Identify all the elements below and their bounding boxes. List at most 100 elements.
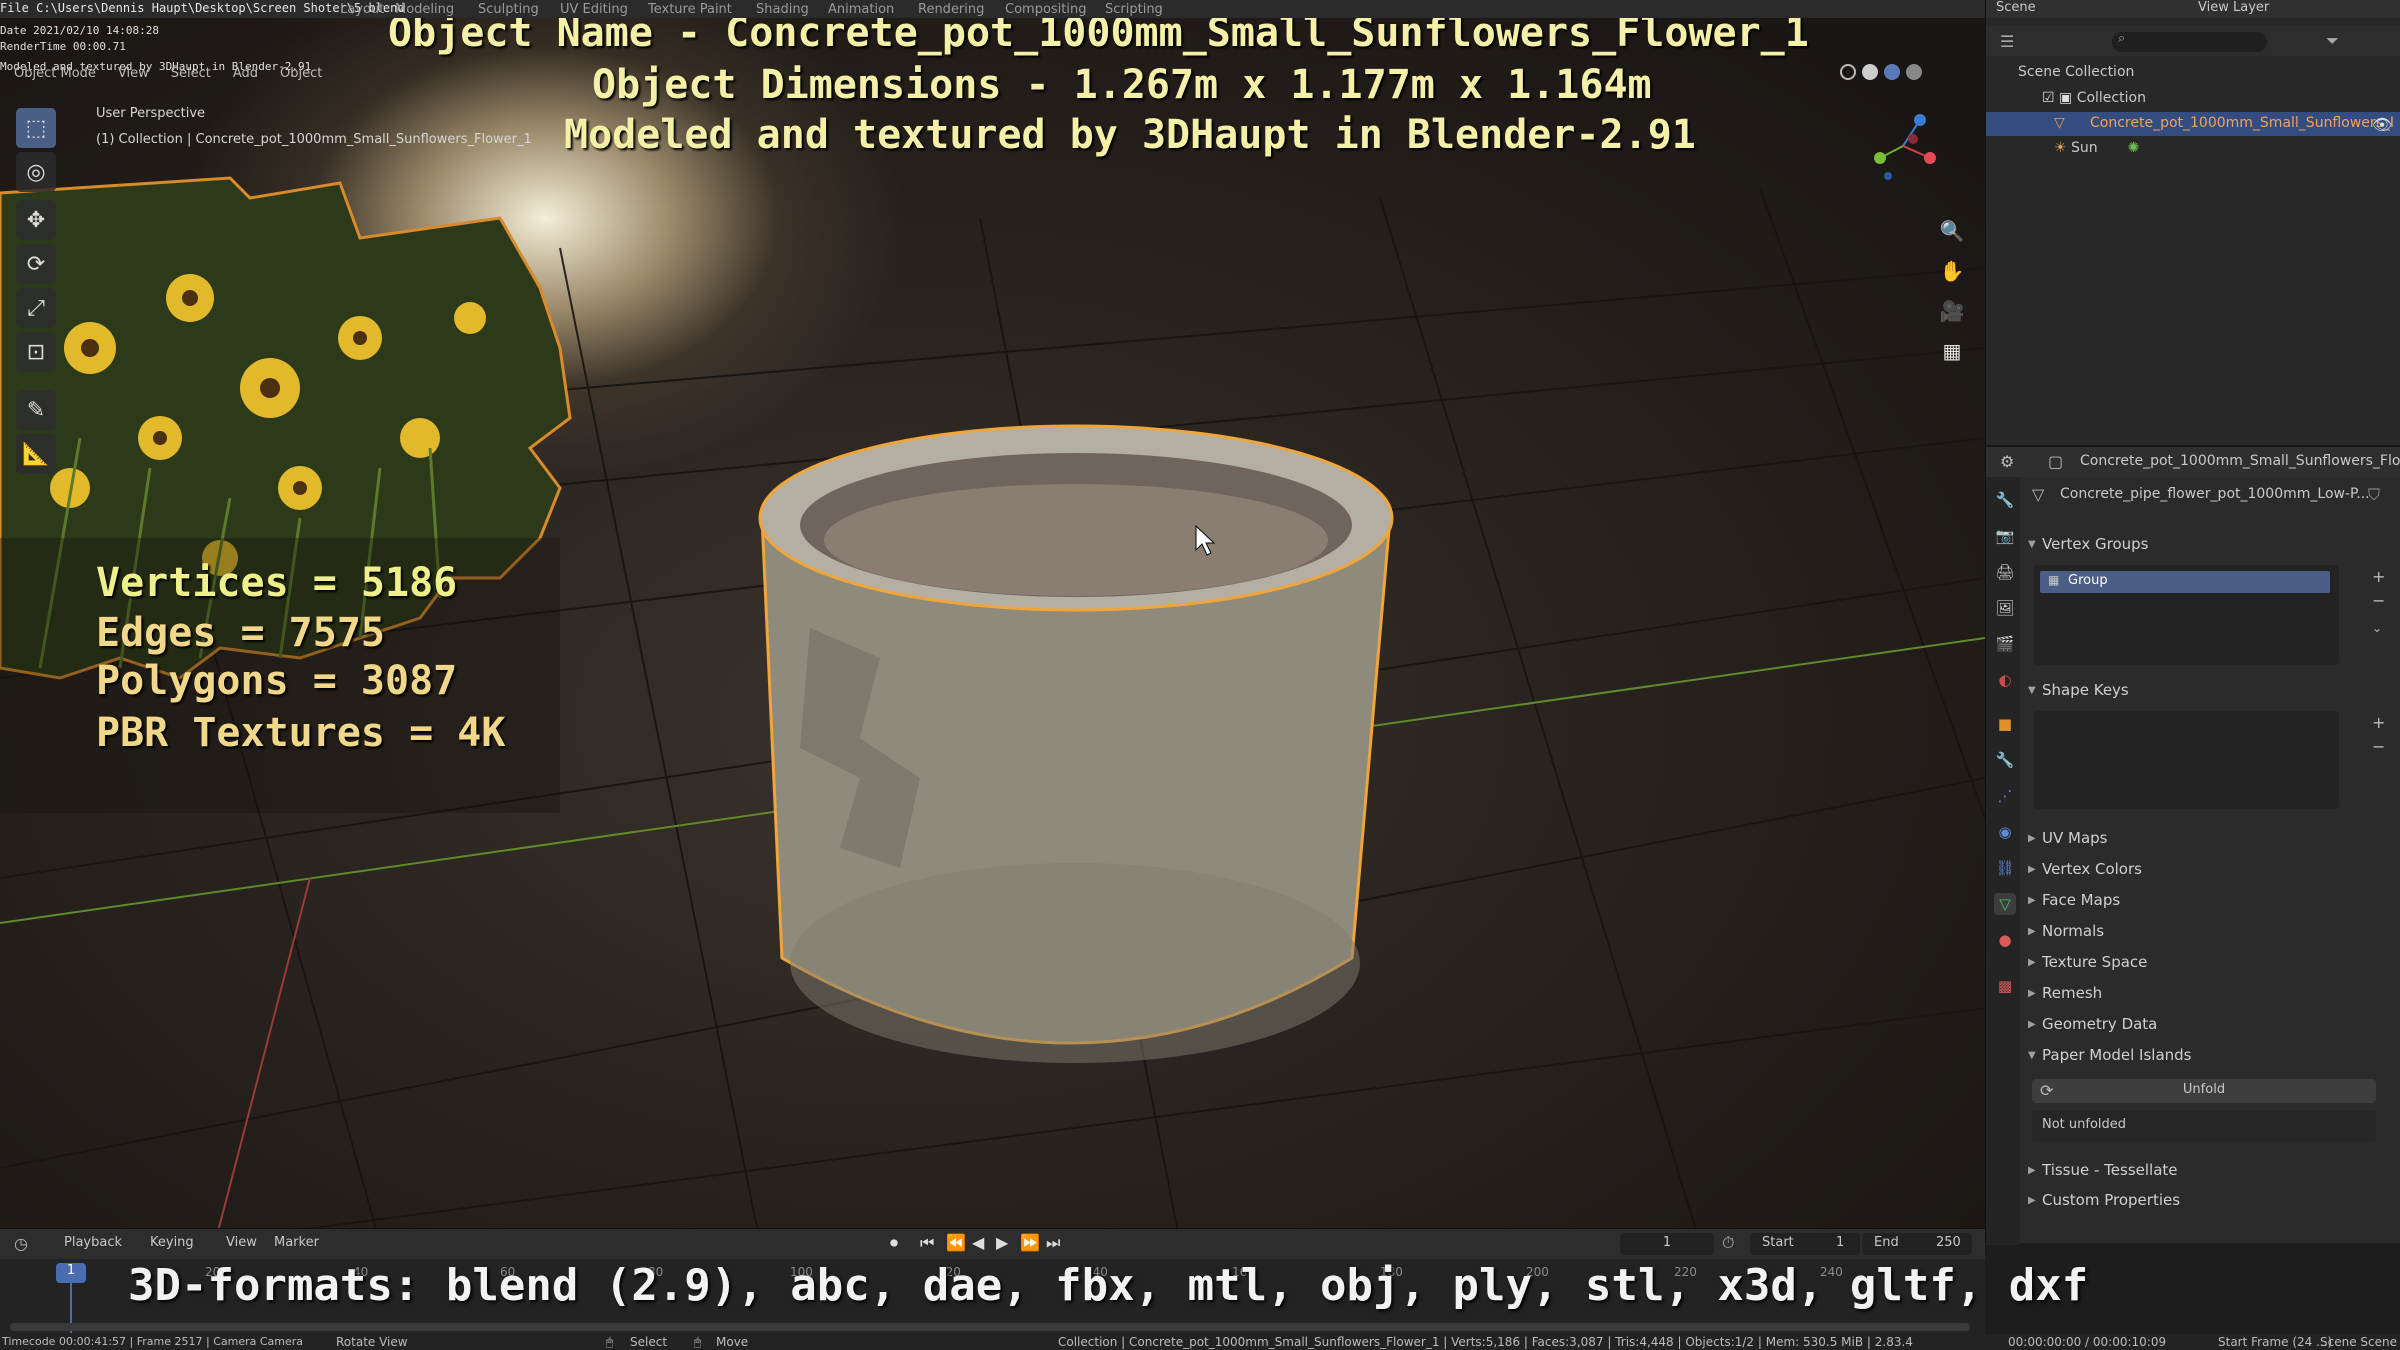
3d-viewport[interactable]: Date 2021/02/10 14:08:28 RenderTime 00:0… — [0, 18, 1985, 1243]
material-tab-icon[interactable]: ● — [1994, 929, 2016, 951]
scale-icon[interactable]: ⤢ — [16, 288, 56, 328]
fake-user-shield-icon[interactable]: ⛉ — [2368, 485, 2380, 505]
vertex-colors-section[interactable]: ▶ Vertex Colors — [2028, 856, 2388, 882]
tool-tab-icon[interactable]: 🔧 — [1994, 489, 2016, 511]
add-shape-key-button[interactable]: + — [2372, 713, 2385, 732]
move-icon[interactable]: ✥ — [16, 200, 56, 240]
camera-icon[interactable]: 🎥 — [1935, 294, 1969, 328]
workspace-tab-scripting[interactable]: Scripting — [1105, 2, 1163, 17]
mesh-data-tab-icon[interactable]: ▽ — [1994, 893, 2016, 915]
annotate-icon[interactable]: ✎ — [16, 390, 56, 430]
texture-space-section[interactable]: ▶ Texture Space — [2028, 949, 2388, 975]
transform-icon[interactable]: ⊡ — [16, 332, 56, 372]
pin-icon[interactable]: ▢ — [2048, 452, 2063, 471]
workspace-tab-modeling[interactable]: Modeling — [395, 2, 454, 17]
jump-end-icon[interactable]: ⏭ — [1046, 1233, 1060, 1253]
timeline-scrollbar[interactable] — [10, 1323, 1970, 1331]
visibility-eye-icon[interactable]: 👁 — [2372, 115, 2392, 134]
current-frame-field[interactable]: 1 — [1620, 1233, 1714, 1255]
playback-menu[interactable]: Playback — [64, 1235, 122, 1250]
rendered-shading-icon[interactable] — [1906, 64, 1922, 80]
workspace-tab-animation[interactable]: Animation — [828, 2, 894, 17]
unfold-button[interactable]: ⟳ Unfold — [2032, 1079, 2376, 1103]
vertex-group-item[interactable]: ▦ Group — [2040, 571, 2330, 593]
object-menu[interactable]: Object — [280, 66, 322, 81]
editor-type-icon[interactable]: ⚙ — [2000, 452, 2014, 471]
vertex-groups-section-header[interactable]: ▼ Vertex Groups — [2028, 531, 2388, 557]
concrete-pot-object[interactable] — [758, 424, 1394, 1063]
scene-selector[interactable]: Scene — [1996, 0, 2036, 15]
prev-keyframe-icon[interactable]: ⏪ — [946, 1233, 966, 1252]
start-frame-field[interactable]: Start 1 — [1750, 1233, 1860, 1255]
timeline-view-menu[interactable]: View — [226, 1235, 257, 1250]
playhead[interactable]: 1 — [56, 1263, 86, 1283]
solid-shading-icon[interactable] — [1862, 64, 1878, 80]
vertex-group-specials-icon[interactable]: ⌄ — [2372, 621, 2382, 635]
geometry-data-section[interactable]: ▶ Geometry Data — [2028, 1011, 2388, 1037]
normals-section[interactable]: ▶ Normals — [2028, 918, 2388, 944]
modifier-tab-icon[interactable]: 🔧 — [1994, 749, 2016, 771]
collection-item[interactable]: ☑ ▣ Collection — [2042, 90, 2146, 106]
navigation-gizmo[interactable] — [1868, 106, 1938, 186]
physics-tab-icon[interactable]: ◉ — [1994, 821, 2016, 843]
marker-menu[interactable]: Marker — [274, 1235, 319, 1250]
add-menu[interactable]: Add — [233, 66, 258, 81]
play-icon[interactable]: ▶ — [996, 1233, 1008, 1252]
material-shading-icon[interactable] — [1884, 64, 1900, 80]
sun-item[interactable]: ☀ Sun ✺ — [2054, 140, 2139, 156]
workspace-tab-layout[interactable]: Layout — [340, 2, 384, 17]
preview-range-icon[interactable]: ⏱ — [1722, 1233, 1734, 1253]
outliner-search-input[interactable] — [2112, 32, 2267, 52]
particles-tab-icon[interactable]: ⋰ — [1994, 785, 2016, 807]
face-maps-section[interactable]: ▶ Face Maps — [2028, 887, 2388, 913]
mesh-datablock-row[interactable]: ▽ Concrete_pipe_flower_pot_1000mm_Low-P.… — [2030, 483, 2390, 507]
view-menu[interactable]: View — [118, 66, 149, 81]
custom-properties-section[interactable]: ▶ Custom Properties — [2028, 1187, 2388, 1213]
workspace-tab-uv-editing[interactable]: UV Editing — [560, 2, 628, 17]
keying-menu[interactable]: Keying — [150, 1235, 194, 1250]
rotate-icon[interactable]: ⟳ — [16, 244, 56, 284]
select-menu[interactable]: Select — [171, 66, 211, 81]
workspace-tab-texture-paint[interactable]: Texture Paint — [648, 2, 732, 17]
record-icon[interactable]: ⏺ — [890, 1233, 898, 1253]
measure-icon[interactable]: 📐 — [16, 434, 56, 474]
remesh-section[interactable]: ▶ Remesh — [2028, 980, 2388, 1006]
next-keyframe-icon[interactable]: ⏩ — [1020, 1233, 1040, 1252]
select-box-icon[interactable]: ⬚ — [16, 108, 56, 148]
render-tab-icon[interactable]: 📷 — [1994, 525, 2016, 547]
play-reverse-icon[interactable]: ◀ — [972, 1233, 984, 1252]
ortho-grid-icon[interactable]: ▦ — [1935, 334, 1969, 368]
add-vertex-group-button[interactable]: + — [2372, 567, 2385, 586]
view-layer-selector[interactable]: View Layer — [2198, 0, 2269, 15]
remove-shape-key-button[interactable]: − — [2372, 737, 2385, 756]
wireframe-shading-icon[interactable] — [1840, 64, 1856, 80]
workspace-tab-rendering[interactable]: Rendering — [918, 2, 984, 17]
zoom-icon[interactable]: 🔍 — [1935, 214, 1969, 248]
workspace-tab-sculpting[interactable]: Sculpting — [478, 2, 539, 17]
filter-icon[interactable]: ⏷ — [2326, 31, 2339, 51]
texture-tab-icon[interactable]: ▩ — [1994, 975, 2016, 997]
workspace-tab-shading[interactable]: Shading — [756, 2, 809, 17]
selected-object-row[interactable]: ▽ Concrete_pot_1000mm_Small_Sunflowers_I… — [1986, 112, 2400, 136]
scene-collection-item[interactable]: Scene Collection — [2018, 64, 2134, 80]
workspace-tab-compositing[interactable]: Compositing — [1005, 2, 1087, 17]
vertex-groups-list[interactable]: ▦ Group — [2034, 565, 2339, 665]
timeline-editor-type-icon[interactable]: ◷ — [14, 1234, 28, 1253]
end-frame-field[interactable]: End 250 — [1862, 1233, 1972, 1255]
pan-hand-icon[interactable]: ✋ — [1935, 254, 1969, 288]
shape-keys-list[interactable] — [2034, 711, 2339, 809]
object-mode-dropdown[interactable]: Object Mode — [14, 66, 96, 81]
world-tab-icon[interactable]: ◐ — [1994, 669, 2016, 691]
jump-start-icon[interactable]: ⏮ — [920, 1233, 934, 1253]
display-mode-icon[interactable]: ☰ — [2000, 32, 2014, 51]
paper-model-islands-section[interactable]: ▼ Paper Model Islands — [2028, 1042, 2388, 1068]
cursor-icon[interactable]: ◎ — [16, 152, 56, 192]
shape-keys-section-header[interactable]: ▼ Shape Keys — [2028, 677, 2388, 703]
remove-vertex-group-button[interactable]: − — [2372, 591, 2385, 610]
uv-maps-section[interactable]: ▶ UV Maps — [2028, 825, 2388, 851]
object-tab-icon[interactable]: ■ — [1994, 713, 2016, 735]
constraints-tab-icon[interactable]: ⛓ — [1994, 857, 2016, 879]
output-tab-icon[interactable]: 🖨 — [1994, 561, 2016, 583]
tissue-tessellate-section[interactable]: ▶ Tissue - Tessellate — [2028, 1157, 2388, 1183]
view-layer-tab-icon[interactable]: 🖼 — [1994, 597, 2016, 619]
